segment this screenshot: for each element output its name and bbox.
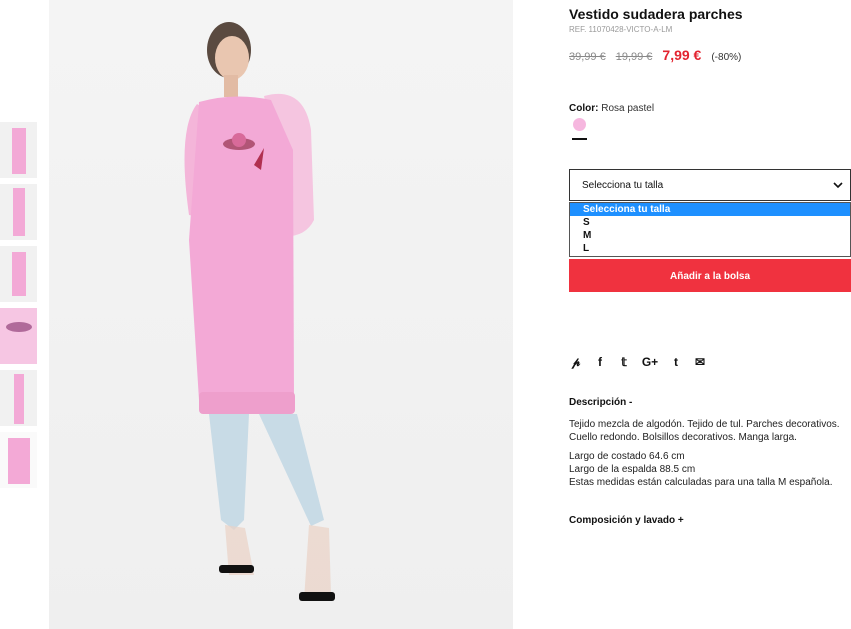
color-swatch-rosa-pastel[interactable] <box>573 118 586 131</box>
price-previous: 19,99 € <box>615 51 653 63</box>
product-main-image <box>49 0 513 629</box>
product-reference: REF. 11070428-VICTO-A-LM <box>569 25 673 34</box>
facebook-icon[interactable]: f <box>593 355 607 369</box>
composition-toggle[interactable]: Composición y lavado + <box>569 515 684 526</box>
selected-swatch-indicator <box>572 138 587 140</box>
model-illustration <box>184 22 335 601</box>
thumbnail-strip <box>0 122 37 494</box>
thumbnail-5[interactable] <box>0 370 37 426</box>
color-label: Color: Rosa pastel <box>569 103 654 114</box>
thumbnail-6[interactable] <box>0 432 37 488</box>
description-measure-side: Largo de costado 64.6 cm <box>569 451 685 462</box>
color-value: Rosa pastel <box>601 103 655 114</box>
thumbnail-4[interactable] <box>0 308 37 364</box>
description-measure-back: Largo de la espalda 88.5 cm <box>569 464 696 475</box>
price-block: 39,99 € 19,99 € 7,99 € (-80%) <box>569 47 741 63</box>
thumbnail-2[interactable] <box>0 184 37 240</box>
price-current: 7,99 € <box>662 47 702 63</box>
tumblr-icon[interactable]: t <box>669 355 683 369</box>
discount-badge: (-80%) <box>711 52 742 63</box>
pinterest-icon[interactable]: 𝓅 <box>569 355 583 369</box>
size-select-value: Selecciona tu talla <box>582 180 664 191</box>
twitter-icon[interactable]: 𝕥 <box>617 355 631 369</box>
description-toggle[interactable]: Descripción - <box>569 397 632 408</box>
chevron-down-icon <box>833 182 843 189</box>
add-to-bag-button[interactable]: Añadir a la bolsa <box>569 259 851 292</box>
description-size-note: Estas medidas están calculadas para una … <box>569 477 833 488</box>
price-original: 39,99 € <box>569 51 606 63</box>
size-option[interactable]: Selecciona tu talla <box>570 203 850 216</box>
thumbnail-3[interactable] <box>0 246 37 302</box>
product-title: Vestido sudadera parches <box>569 6 743 22</box>
size-options-list: Selecciona tu talla S M L <box>569 202 851 257</box>
size-option[interactable]: L <box>570 242 850 255</box>
size-option[interactable]: M <box>570 229 850 242</box>
email-icon[interactable]: ✉ <box>693 355 707 369</box>
share-icons: 𝓅 f 𝕥 G+ t ✉ <box>569 355 707 369</box>
color-label-key: Color: <box>569 103 599 114</box>
size-option[interactable]: S <box>570 216 850 229</box>
thumbnail-1[interactable] <box>0 122 37 178</box>
description-text: Tejido mezcla de algodón. Tejido de tul.… <box>569 419 840 443</box>
size-select[interactable]: Selecciona tu talla <box>569 169 851 201</box>
google-plus-icon[interactable]: G+ <box>641 355 659 369</box>
description-body: Tejido mezcla de algodón. Tejido de tul.… <box>569 418 851 489</box>
